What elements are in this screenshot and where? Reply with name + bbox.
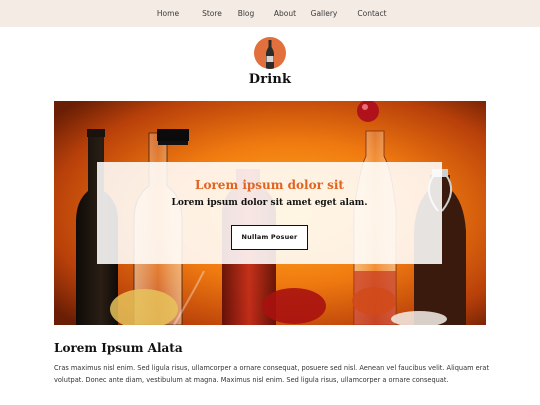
hero-subheadline: Lorem ipsum dolor sit amet eget alam. <box>171 198 368 208</box>
wine-bottle-icon[interactable] <box>254 37 286 69</box>
body-paragraph: Cras maximus nisl enim. Sed ligula risus… <box>54 364 490 384</box>
hero-headline: Lorem ipsum dolor sit <box>195 178 344 192</box>
nav-item-home[interactable]: Home <box>139 0 197 27</box>
site-title[interactable]: Drink <box>0 72 540 87</box>
section-heading: Lorem Ipsum Alata <box>54 341 183 355</box>
hero-card: Lorem ipsum dolor sit Lorem ipsum dolor … <box>97 162 442 264</box>
nav-item-blog[interactable]: Blog <box>227 0 265 27</box>
hero-cta-button[interactable]: Nullam Posuer <box>231 225 308 250</box>
nav-item-store[interactable]: Store <box>197 0 227 27</box>
nav-item-gallery[interactable]: Gallery <box>305 0 343 27</box>
nav-item-about[interactable]: About <box>265 0 305 27</box>
nav-item-contact[interactable]: Contact <box>343 0 401 27</box>
hero-banner: Lorem ipsum dolor sit Lorem ipsum dolor … <box>54 101 486 325</box>
top-navigation: Home Store Blog About Gallery Contact <box>0 0 540 27</box>
nav-menu: Home Store Blog About Gallery Contact <box>0 0 540 27</box>
